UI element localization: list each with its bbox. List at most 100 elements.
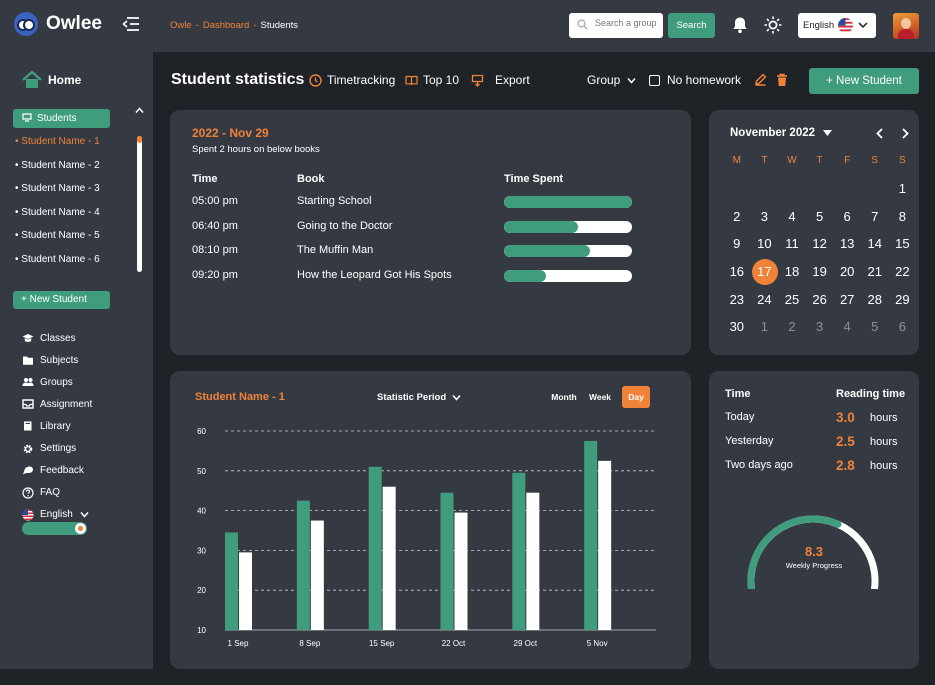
search-field[interactable]	[569, 13, 663, 38]
sidebar-student-item[interactable]: • Student Name - 4	[15, 207, 100, 231]
scrollbar[interactable]	[137, 136, 142, 272]
calendar-day[interactable]: 19	[806, 258, 834, 286]
bar-series-1	[225, 532, 238, 630]
calendar-day[interactable]: 8	[889, 203, 917, 231]
sidebar-item-faq[interactable]: FAQ	[22, 482, 95, 504]
sidebar-student-item[interactable]: • Student Name - 2	[15, 160, 100, 184]
sidebar-item-students[interactable]: Students	[13, 109, 110, 128]
calendar-day[interactable]: 2	[723, 203, 751, 231]
checkbox-icon[interactable]	[649, 74, 660, 86]
sidebar-item-classes[interactable]: Classes	[22, 327, 95, 349]
calendar-day[interactable]: 5	[861, 313, 889, 341]
avatar[interactable]	[893, 13, 919, 39]
calendar-day[interactable]: 1	[751, 313, 779, 341]
search-icon	[577, 19, 588, 30]
chevron-left-icon[interactable]	[876, 128, 884, 139]
export-icon	[471, 74, 484, 87]
sidebar-student-item[interactable]: • Student Name - 5	[15, 230, 100, 254]
calendar-day[interactable]: 13	[833, 230, 861, 258]
calendar-day[interactable]: 6	[889, 313, 917, 341]
sidebar-item-groups[interactable]: Groups	[22, 371, 95, 393]
sidebar-item-home[interactable]: Home	[22, 71, 81, 89]
calendar-day[interactable]: 29	[889, 286, 917, 314]
calendar-day[interactable]: 28	[861, 286, 889, 314]
weekday-label: M	[732, 155, 741, 166]
calendar-day[interactable]: 4	[833, 313, 861, 341]
calendar-day[interactable]: 27	[833, 286, 861, 314]
statistics-chart-card: Student Name - 1 Statistic Period Month …	[170, 371, 691, 669]
book-time: 08:10 pm	[192, 244, 238, 257]
calendar-day[interactable]: 3	[806, 313, 834, 341]
bar-series-1	[584, 440, 598, 630]
day-number: 5	[871, 319, 879, 335]
timetracking-button[interactable]: Timetracking	[309, 73, 395, 87]
scrollbar-thumb[interactable]	[137, 136, 142, 143]
calendar-day[interactable]: 10	[751, 230, 779, 258]
breadcrumb-item[interactable]: Dashboard	[203, 20, 249, 31]
y-tick-label: 10	[197, 626, 206, 635]
calendar-day[interactable]: 9	[723, 230, 751, 258]
language-select[interactable]: English	[798, 13, 876, 38]
calendar-day[interactable]: 20	[833, 258, 861, 286]
sidebar-item-assignment[interactable]: Assignment	[22, 393, 95, 415]
calendar-card: November 2022 M T W T F S S 1 2 3 4 5 6 7 8 9 10 11 12 13 14…	[709, 110, 919, 355]
search-input[interactable]	[595, 18, 659, 28]
export-button[interactable]: Export	[471, 73, 530, 87]
calendar-day[interactable]: 23	[723, 286, 751, 314]
calendar-day[interactable]: 11	[778, 230, 806, 258]
pencil-icon[interactable]	[754, 73, 767, 86]
calendar-day[interactable]: 15	[889, 230, 917, 258]
calendar-day[interactable]: 26	[806, 286, 834, 314]
sidebar-student-item[interactable]: • Student Name - 3	[15, 183, 100, 207]
calendar-day[interactable]: 7	[861, 203, 889, 231]
calendar-day[interactable]: 30	[723, 313, 751, 341]
calendar-day[interactable]: 18	[778, 258, 806, 286]
sidebar-item-library[interactable]: Library	[22, 415, 95, 437]
calendar-day[interactable]: 4	[778, 203, 806, 231]
language-value: English	[803, 20, 835, 31]
calendar-day[interactable]: 14	[861, 230, 889, 258]
theme-toggle[interactable]	[22, 522, 87, 535]
new-student-button[interactable]: + New Student	[809, 68, 919, 94]
sidebar-student-item[interactable]: • Student Name - 1	[15, 136, 100, 160]
calendar-day[interactable]: 12	[806, 230, 834, 258]
day-number: 21	[867, 264, 882, 280]
breadcrumb-item[interactable]: Owle	[170, 20, 192, 31]
inbox-icon	[22, 399, 34, 410]
calendar-month-select[interactable]: November 2022	[730, 127, 833, 139]
calendar-day-selected[interactable]: 17	[751, 258, 779, 286]
calendar-day[interactable]: 1	[889, 175, 917, 203]
sidebar-item-settings[interactable]: Settings	[22, 437, 95, 459]
chevron-right-icon[interactable]	[901, 128, 909, 139]
top10-button[interactable]: Top 10	[405, 73, 459, 87]
sidebar-item-feedback[interactable]: Feedback	[22, 460, 95, 482]
day-number: 1	[760, 319, 768, 335]
new-student-sidebar-button[interactable]: + New Student	[13, 291, 110, 309]
search-button[interactable]: Search	[668, 13, 715, 38]
sun-icon[interactable]	[764, 16, 782, 34]
menu-collapse-icon[interactable]	[122, 17, 140, 31]
calendar-day[interactable]: 16	[723, 258, 751, 286]
calendar-day[interactable]: 21	[861, 258, 889, 286]
calendar-day[interactable]: 5	[806, 203, 834, 231]
day-number: 8	[898, 208, 906, 224]
calendar-day[interactable]: 6	[833, 203, 861, 231]
chevron-up-icon[interactable]	[135, 107, 144, 114]
sidebar-item-subjects[interactable]: Subjects	[22, 349, 95, 371]
bell-icon[interactable]	[731, 16, 749, 34]
x-tick-label: 15 Sep	[369, 639, 395, 648]
no-homework-checkbox[interactable]: No homework	[649, 73, 741, 87]
bar-series-1	[296, 500, 310, 630]
calendar-day[interactable]: 25	[778, 286, 806, 314]
sidebar-student-item[interactable]: • Student Name - 6	[15, 254, 100, 278]
calendar-day[interactable]: 24	[751, 286, 779, 314]
calendar-day[interactable]: 3	[751, 203, 779, 231]
calendar-day[interactable]: 22	[889, 258, 917, 286]
trash-icon[interactable]	[776, 73, 788, 87]
calendar-day[interactable]: 2	[778, 313, 806, 341]
sidebar-item-label: Assignment	[40, 398, 93, 410]
group-select[interactable]: Group	[587, 73, 636, 87]
day-number: 11	[785, 236, 799, 252]
time-spent-bar	[504, 220, 632, 233]
book-row: 05:00 pm Starting School	[170, 195, 691, 211]
